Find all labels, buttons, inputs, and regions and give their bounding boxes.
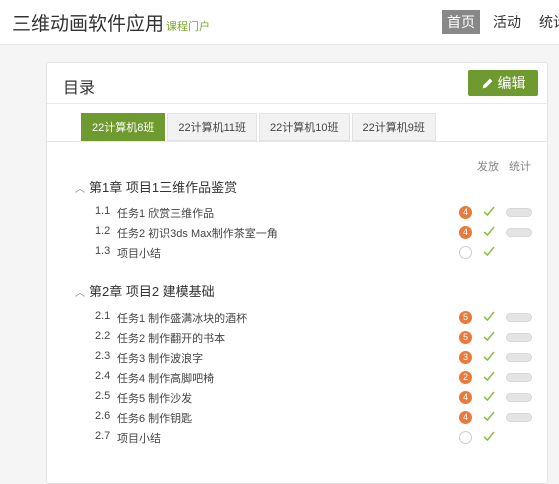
item-number: 1.2 bbox=[95, 225, 111, 237]
check-icon[interactable] bbox=[483, 349, 495, 363]
top-nav: 首页 活动 统计 bbox=[442, 10, 559, 34]
list-item[interactable]: 1.3 项目小结 bbox=[95, 242, 545, 262]
item-number: 1.3 bbox=[95, 245, 111, 257]
app-title-text: 三维动画软件应用 bbox=[12, 14, 165, 35]
item-number: 2.3 bbox=[95, 350, 111, 362]
nav-item-activity[interactable]: 活动 bbox=[488, 10, 526, 34]
top-bar: 三维动画软件应用课程门户 首页 活动 统计 bbox=[0, 0, 559, 45]
check-icon[interactable] bbox=[483, 429, 495, 443]
item-label: 任务6 制作钥匙 bbox=[117, 413, 193, 425]
item-number: 2.1 bbox=[95, 310, 111, 322]
check-icon[interactable] bbox=[483, 204, 495, 218]
stats-toggle[interactable] bbox=[506, 228, 532, 237]
chapter-title: 第2章 项目2 建模基础 bbox=[89, 284, 215, 299]
column-publish: 发放 bbox=[477, 161, 499, 173]
item-label: 任务4 制作高脚吧椅 bbox=[117, 373, 215, 385]
list-item[interactable]: 2.5 任务5 制作沙发 4 bbox=[95, 387, 545, 407]
check-icon[interactable] bbox=[483, 409, 495, 423]
stats-toggle[interactable] bbox=[506, 413, 532, 422]
item-label: 任务3 制作波浪字 bbox=[117, 353, 204, 365]
count-badge: 3 bbox=[459, 351, 472, 364]
list-item[interactable]: 1.2 任务2 初识3ds Max制作茶室一角 4 bbox=[95, 222, 545, 242]
count-badge: 5 bbox=[459, 331, 472, 344]
item-label: 任务2 初识3ds Max制作茶室一角 bbox=[117, 228, 278, 240]
tab-class-9[interactable]: 22计算机9班 bbox=[351, 113, 436, 141]
column-stats: 统计 bbox=[509, 161, 531, 173]
item-number: 2.6 bbox=[95, 410, 111, 422]
nav-item-home[interactable]: 首页 bbox=[442, 10, 480, 34]
empty-badge bbox=[459, 246, 472, 259]
count-badge: 2 bbox=[459, 371, 472, 384]
class-tabs: 22计算机8班 22计算机11班 22计算机10班 22计算机9班 bbox=[81, 113, 436, 141]
list-item[interactable]: 2.7 项目小结 bbox=[95, 427, 545, 447]
stats-toggle[interactable] bbox=[506, 208, 532, 217]
stats-toggle[interactable] bbox=[506, 313, 532, 322]
check-icon[interactable] bbox=[483, 244, 495, 258]
app-title: 三维动画软件应用 课程门户 bbox=[12, 9, 210, 36]
item-label: 任务2 制作翻开的书本 bbox=[117, 333, 226, 345]
check-icon[interactable] bbox=[483, 309, 495, 323]
check-icon[interactable] bbox=[483, 329, 495, 343]
check-icon[interactable] bbox=[483, 369, 495, 383]
check-icon[interactable] bbox=[483, 389, 495, 403]
item-number: 2.2 bbox=[95, 330, 111, 342]
chevron-up-icon[interactable]: ︿ bbox=[75, 284, 89, 299]
list-item[interactable]: 2.6 任务6 制作钥匙 4 bbox=[95, 407, 545, 427]
chapter-1[interactable]: ︿ 第1章 项目1三维作品鉴赏 bbox=[75, 177, 237, 196]
stats-toggle[interactable] bbox=[506, 373, 532, 382]
tab-class-8[interactable]: 22计算机8班 bbox=[81, 113, 166, 141]
item-number: 2.5 bbox=[95, 390, 111, 402]
pencil-icon bbox=[482, 78, 492, 88]
list-item[interactable]: 2.1 任务1 制作盛满冰块的酒杯 5 bbox=[95, 307, 545, 327]
app-subtitle[interactable]: 课程门户 bbox=[166, 21, 210, 33]
count-badge: 4 bbox=[459, 391, 472, 404]
count-badge: 4 bbox=[459, 206, 472, 219]
chapter-2[interactable]: ︿ 第2章 项目2 建模基础 bbox=[75, 281, 215, 300]
count-badge: 4 bbox=[459, 411, 472, 424]
check-icon[interactable] bbox=[483, 224, 495, 238]
item-label: 任务5 制作沙发 bbox=[117, 393, 193, 405]
count-badge: 4 bbox=[459, 226, 472, 239]
item-label: 任务1 制作盛满冰块的酒杯 bbox=[117, 313, 248, 325]
chapter-title: 第1章 项目1三维作品鉴赏 bbox=[89, 180, 238, 195]
item-label: 项目小结 bbox=[117, 433, 161, 445]
card-title: 目录 bbox=[63, 80, 96, 97]
empty-badge bbox=[459, 431, 472, 444]
count-badge: 5 bbox=[459, 311, 472, 324]
stats-toggle[interactable] bbox=[506, 353, 532, 362]
tab-class-11[interactable]: 22计算机11班 bbox=[167, 113, 258, 141]
tabs-divider bbox=[47, 141, 547, 142]
item-number: 2.4 bbox=[95, 370, 111, 382]
catalog-card: 目录 编辑 22计算机8班 22计算机11班 22计算机10班 22计算机9班 … bbox=[46, 62, 548, 484]
chevron-up-icon[interactable]: ︿ bbox=[75, 180, 89, 195]
stats-toggle[interactable] bbox=[506, 393, 532, 402]
edit-button-label: 编辑 bbox=[497, 75, 526, 91]
list-item[interactable]: 2.2 任务2 制作翻开的书本 5 bbox=[95, 327, 545, 347]
tab-class-10[interactable]: 22计算机10班 bbox=[259, 113, 350, 141]
nav-item-stats[interactable]: 统计 bbox=[534, 10, 559, 34]
item-number: 2.7 bbox=[95, 430, 111, 442]
item-label: 项目小结 bbox=[117, 248, 161, 260]
card-header: 目录 编辑 bbox=[47, 63, 547, 104]
list-item[interactable]: 2.3 任务3 制作波浪字 3 bbox=[95, 347, 545, 367]
list-item[interactable]: 1.1 任务1 欣赏三维作品 4 bbox=[95, 202, 545, 222]
item-number: 1.1 bbox=[95, 205, 111, 217]
list-item[interactable]: 2.4 任务4 制作高脚吧椅 2 bbox=[95, 367, 545, 387]
stats-toggle[interactable] bbox=[506, 333, 532, 342]
edit-button[interactable]: 编辑 bbox=[468, 70, 538, 96]
item-label: 任务1 欣赏三维作品 bbox=[117, 208, 215, 220]
